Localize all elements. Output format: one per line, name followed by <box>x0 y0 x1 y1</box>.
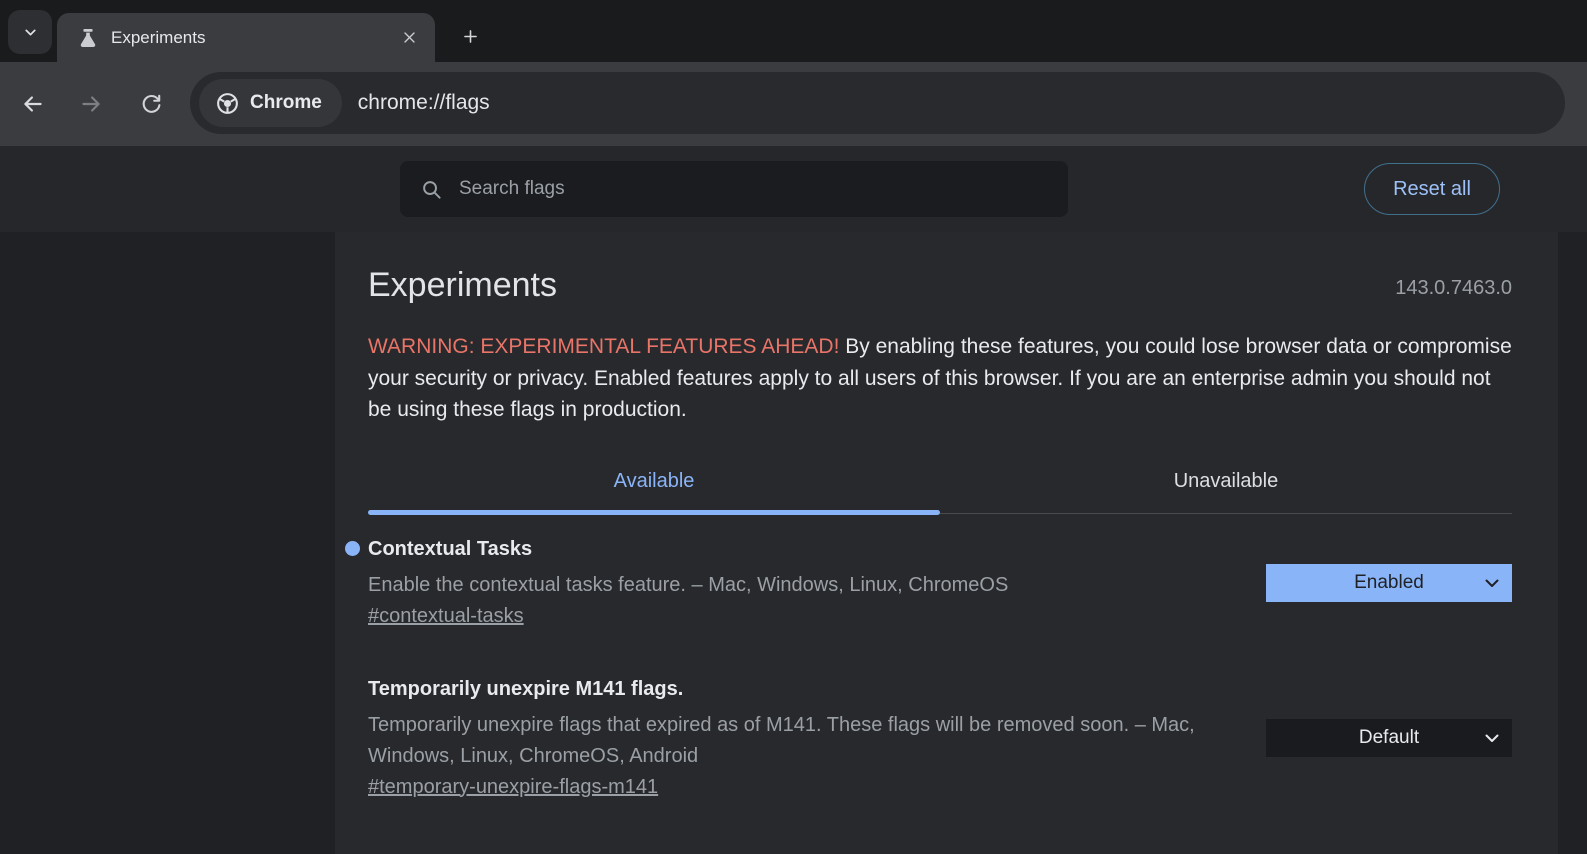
flag-text: Contextual Tasks Enable the contextual t… <box>368 538 1248 628</box>
chrome-page-chip[interactable]: Chrome <box>199 79 342 127</box>
reset-all-button[interactable]: Reset all <box>1364 163 1500 215</box>
arrow-right-icon <box>78 91 104 117</box>
plus-icon <box>461 27 480 46</box>
flags-page-header: Reset all <box>0 146 1587 232</box>
tab-strip: Experiments <box>0 0 1587 62</box>
flag-row-contextual-tasks: Contextual Tasks Enable the contextual t… <box>368 538 1512 628</box>
reload-icon <box>139 92 164 117</box>
flag-description: Temporarily unexpire flags that expired … <box>368 710 1248 772</box>
tab-title: Experiments <box>111 28 395 48</box>
page-title: Experiments <box>368 266 557 305</box>
flag-select[interactable]: Default <box>1266 719 1512 757</box>
flag-select-value: Default <box>1359 727 1419 749</box>
arrow-left-icon <box>20 91 46 117</box>
warning-text: WARNING: EXPERIMENTAL FEATURES AHEAD! By… <box>368 331 1518 426</box>
flag-description: Enable the contextual tasks feature. – M… <box>368 570 1248 601</box>
page-head: Experiments 143.0.7463.0 <box>368 232 1512 305</box>
flag-name: Temporarily unexpire M141 flags. <box>368 678 1248 701</box>
flag-permalink[interactable]: #contextual-tasks <box>368 605 524 628</box>
search-icon <box>400 178 443 201</box>
flask-icon <box>77 27 99 49</box>
tab-available[interactable]: Available <box>368 470 940 510</box>
url-text[interactable]: chrome://flags <box>358 91 490 115</box>
active-tab-indicator <box>368 510 940 515</box>
chip-label: Chrome <box>250 92 322 114</box>
tab-close-icon[interactable] <box>395 24 423 52</box>
version-label: 143.0.7463.0 <box>1395 277 1512 305</box>
chevron-down-icon <box>1485 734 1499 743</box>
new-tab-button[interactable] <box>449 15 491 57</box>
search-flags-input[interactable] <box>459 178 1068 200</box>
modified-flag-dot <box>345 541 360 556</box>
warning-highlight: WARNING: EXPERIMENTAL FEATURES AHEAD! <box>368 335 839 358</box>
back-button[interactable] <box>12 83 54 125</box>
chevron-down-icon <box>1485 579 1499 588</box>
chrome-logo-icon <box>215 91 240 116</box>
chevron-down-icon <box>22 24 39 41</box>
page-background: Experiments 143.0.7463.0 WARNING: EXPERI… <box>0 232 1587 854</box>
flag-name-label: Temporarily unexpire M141 flags. <box>368 678 683 700</box>
flag-text: Temporarily unexpire M141 flags. Tempora… <box>368 678 1248 799</box>
flag-select[interactable]: Enabled <box>1266 564 1512 602</box>
flags-content-card: Experiments 143.0.7463.0 WARNING: EXPERI… <box>335 232 1558 854</box>
tab-underline <box>368 510 1512 515</box>
tab-unavailable[interactable]: Unavailable <box>940 470 1512 510</box>
flag-name-label: Contextual Tasks <box>368 538 532 560</box>
flag-permalink[interactable]: #temporary-unexpire-flags-m141 <box>368 776 658 799</box>
browser-tab-experiments[interactable]: Experiments <box>57 13 435 62</box>
flag-row-temporary-unexpire-m141: Temporarily unexpire M141 flags. Tempora… <box>368 678 1512 799</box>
reload-button[interactable] <box>130 83 172 125</box>
tab-divider-line <box>940 510 1512 514</box>
search-box[interactable] <box>400 161 1068 217</box>
forward-button[interactable] <box>70 83 112 125</box>
experiments-tabs: Available Unavailable <box>368 470 1512 510</box>
flag-name: Contextual Tasks <box>368 538 1248 561</box>
omnibox[interactable]: Chrome chrome://flags <box>190 72 1565 134</box>
browser-toolbar: Chrome chrome://flags <box>0 62 1587 146</box>
tab-search-button[interactable] <box>8 10 52 54</box>
flag-select-value: Enabled <box>1354 572 1424 594</box>
